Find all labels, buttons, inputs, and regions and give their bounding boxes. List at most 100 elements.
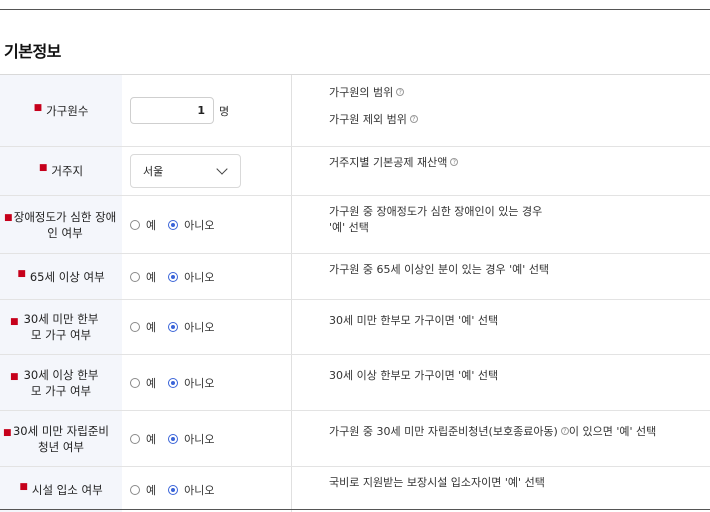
description-text: 가구원 중 30세 미만 자립준비청년(보호종료아동)? 이 있으면 '예' 선택 xyxy=(329,425,657,438)
input-cell: 예 아니오 xyxy=(122,355,292,410)
input-cell: 예 아니오 xyxy=(122,467,292,512)
description-text: 30세 이상 한부모 가구이면 '예' 선택 xyxy=(329,369,499,382)
radio-yes[interactable]: 예 xyxy=(130,319,156,335)
row-label-cell: ■ 65세 이상 여부 xyxy=(0,254,122,299)
row-label-cell: ■ 장애정도가 심한 장애인 여부 xyxy=(0,196,122,253)
description-cell: 국비로 지원받는 보장시설 입소자이면 '예' 선택 xyxy=(292,467,710,512)
description-cell: 30세 미만 한부모 가구이면 '예' 선택 xyxy=(292,300,710,354)
single-parent-under-30-radio-group: 예 아니오 xyxy=(130,319,227,335)
household-size-input[interactable]: 1 xyxy=(130,97,214,124)
radio-no[interactable]: 아니오 xyxy=(168,269,215,285)
radio-yes[interactable]: 예 xyxy=(130,217,156,233)
radio-yes[interactable]: 예 xyxy=(130,482,156,498)
severe-disability-radio-group: 예 아니오 xyxy=(130,217,227,233)
radio-circle[interactable] xyxy=(130,484,140,495)
description-cell: 거주지별 기본공제 재산액? xyxy=(292,147,710,195)
description-cell: 가구원 중 30세 미만 자립준비청년(보호종료아동)? 이 있으면 '예' 선택 xyxy=(292,411,710,466)
description-text: 가구원 중 장애정도가 심한 장애인이 있는 경우 xyxy=(329,205,543,218)
row-residence: ■ 거주지 서울 거주지별 기본공제 재산액? xyxy=(0,147,710,196)
input-cell: 예 아니오 xyxy=(122,300,292,354)
row-label-cell: ■ 30세 이상 한부모 가구 여부 xyxy=(0,355,122,410)
row-label: 65세 이상 여부 xyxy=(29,269,105,284)
row-age-65-plus: ■ 65세 이상 여부 예 아니오 가구원 중 65세 이상인 분이 있는 경우… xyxy=(0,254,710,300)
bottom-divider xyxy=(0,509,710,510)
radio-no[interactable]: 아니오 xyxy=(168,431,215,447)
top-divider xyxy=(0,9,710,10)
description-text: 30세 미만 한부모 가구이면 '예' 선택 xyxy=(329,314,499,327)
input-cell: 예 아니오 xyxy=(122,196,292,253)
description-cell: 가구원의 범위? 가구원 제외 범위? xyxy=(292,75,710,146)
unit-label: 명 xyxy=(219,104,230,118)
chevron-down-icon xyxy=(216,163,228,175)
residence-select[interactable]: 서울 xyxy=(130,154,241,188)
radio-circle-selected[interactable] xyxy=(168,433,179,444)
row-label-cell: ■ 30세 미만 한부모 가구 여부 xyxy=(0,300,122,354)
radio-circle[interactable] xyxy=(130,322,140,332)
radio-circle[interactable] xyxy=(130,377,140,388)
description-text: '예' 선택 xyxy=(329,221,369,234)
description-text: 가구원 중 65세 이상인 분이 있는 경우 '예' 선택 xyxy=(329,263,550,276)
household-scope-link[interactable]: 가구원의 범위 xyxy=(329,86,393,99)
row-label: 가구원수 xyxy=(46,103,89,118)
row-severe-disability: ■ 장애정도가 심한 장애인 여부 예 아니오 가구원 중 장애정도가 심한 장… xyxy=(0,196,710,254)
help-icon[interactable]: ? xyxy=(396,88,405,96)
radio-circle-selected[interactable] xyxy=(168,377,179,388)
help-icon[interactable]: ? xyxy=(409,115,418,123)
row-label: 거주지 xyxy=(51,164,84,178)
row-label: 30세 미만 자립준비 청년 여부 xyxy=(12,423,109,454)
independence-youth-radio-group: 예 아니오 xyxy=(130,431,227,447)
independence-youth-link[interactable]: 가구원 중 30세 미만 자립준비청년(보호종료아동) xyxy=(329,425,558,438)
facility-residence-radio-group: 예 아니오 xyxy=(130,482,227,498)
radio-yes[interactable]: 예 xyxy=(130,375,156,391)
row-household-size: ■ 가구원수 1 명 가구원의 범위? 가구원 제외 범위? xyxy=(0,75,710,147)
single-parent-30-plus-radio-group: 예 아니오 xyxy=(130,375,227,391)
radio-circle[interactable] xyxy=(130,433,140,444)
required-mark: ■ xyxy=(10,372,19,382)
radio-no[interactable]: 아니오 xyxy=(168,375,215,391)
radio-circle-selected[interactable] xyxy=(168,322,179,332)
basic-info-form: ■ 가구원수 1 명 가구원의 범위? 가구원 제외 범위? ■ 거주지 서울 … xyxy=(0,74,710,512)
row-facility-residence: ■ 시설 입소 여부 예 아니오 국비로 지원받는 보장시설 입소자이면 '예'… xyxy=(0,467,710,512)
radio-circle-selected[interactable] xyxy=(168,271,179,282)
row-label: 시설 입소 여부 xyxy=(31,482,103,497)
section-title: 기본정보 xyxy=(4,42,61,61)
description-cell: 30세 이상 한부모 가구이면 '예' 선택 xyxy=(292,355,710,410)
help-icon[interactable]: ? xyxy=(560,427,569,435)
help-icon[interactable]: ? xyxy=(450,158,459,166)
residence-selected-value: 서울 xyxy=(143,165,164,178)
input-cell: 예 아니오 xyxy=(122,254,292,299)
required-mark: ■ xyxy=(33,102,43,113)
input-cell: 1 명 xyxy=(122,75,292,146)
row-label: 30세 이상 한부모 가구 여부 xyxy=(23,367,99,398)
input-cell: 서울 xyxy=(122,147,292,195)
age-65-radio-group: 예 아니오 xyxy=(130,269,227,285)
row-label: 30세 미만 한부모 가구 여부 xyxy=(23,312,99,342)
radio-circle[interactable] xyxy=(130,219,140,230)
row-label-cell: ■ 30세 미만 자립준비 청년 여부 xyxy=(0,411,122,466)
radio-circle-selected[interactable] xyxy=(168,219,179,230)
row-label: 장애정도가 심한 장애인 여부 xyxy=(13,209,117,240)
radio-circle-selected[interactable] xyxy=(168,484,179,495)
radio-yes[interactable]: 예 xyxy=(130,269,156,285)
required-mark: ■ xyxy=(19,481,28,492)
row-label-cell: ■ 거주지 xyxy=(0,147,122,195)
radio-yes[interactable]: 예 xyxy=(130,431,156,447)
row-independence-youth: ■ 30세 미만 자립준비 청년 여부 예 아니오 가구원 중 30세 미만 자… xyxy=(0,411,710,467)
residence-deduction-link[interactable]: 거주지별 기본공제 재산액 xyxy=(329,156,447,169)
row-single-parent-under-30: ■ 30세 미만 한부모 가구 여부 예 아니오 30세 미만 한부모 가구이면… xyxy=(0,300,710,355)
row-single-parent-30-plus: ■ 30세 이상 한부모 가구 여부 예 아니오 30세 이상 한부모 가구이면… xyxy=(0,355,710,411)
input-cell: 예 아니오 xyxy=(122,411,292,466)
description-cell: 가구원 중 65세 이상인 분이 있는 경우 '예' 선택 xyxy=(292,254,710,299)
row-label-cell: ■ 가구원수 xyxy=(0,75,122,146)
description-cell: 가구원 중 장애정도가 심한 장애인이 있는 경우 '예' 선택 xyxy=(292,196,710,253)
required-mark: ■ xyxy=(17,268,26,279)
required-mark: ■ xyxy=(3,428,12,438)
description-text: 국비로 지원받는 보장시설 입소자이면 '예' 선택 xyxy=(329,476,545,489)
radio-circle[interactable] xyxy=(130,271,140,282)
radio-no[interactable]: 아니오 xyxy=(168,319,215,335)
required-mark: ■ xyxy=(4,213,13,223)
radio-no[interactable]: 아니오 xyxy=(168,217,215,233)
row-label-cell: ■ 시설 입소 여부 xyxy=(0,467,122,512)
radio-no[interactable]: 아니오 xyxy=(168,482,215,498)
household-exclusion-link[interactable]: 가구원 제외 범위 xyxy=(329,113,407,126)
